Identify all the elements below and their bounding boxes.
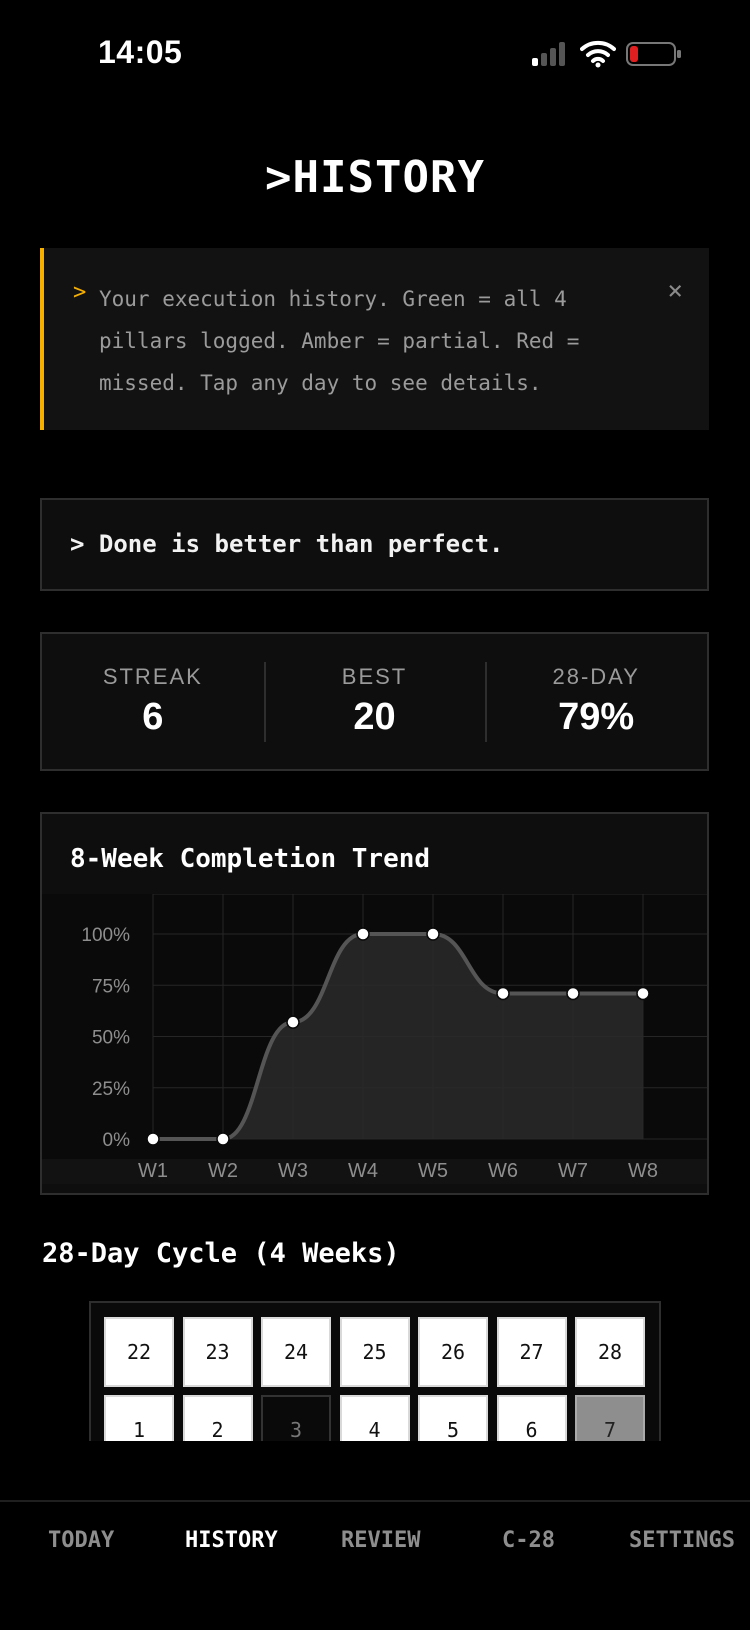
calendar-day-cell[interactable]: 24 xyxy=(261,1317,331,1387)
chart-title: 8-Week Completion Trend xyxy=(70,844,431,874)
wifi-icon xyxy=(580,40,616,68)
calendar-day-cell[interactable]: 22 xyxy=(104,1317,174,1387)
chevron-right-icon: > xyxy=(73,280,87,305)
tab-bar: TODAY HISTORY REVIEW C-28 SETTINGS xyxy=(0,1500,750,1630)
calendar-day-cell[interactable]: 4 xyxy=(339,1395,410,1441)
tab-review[interactable]: REVIEW xyxy=(341,1528,420,1553)
calendar-day-cell[interactable]: 23 xyxy=(182,1317,253,1387)
close-icon[interactable]: × xyxy=(667,276,683,306)
stat-28-day: 28-DAY 79% xyxy=(485,634,707,769)
info-banner-text: Your execution history. Green = all 4 pi… xyxy=(99,287,580,395)
calendar-day-cell[interactable]: 27 xyxy=(496,1317,567,1387)
status-bar: 14:05 xyxy=(0,0,750,100)
x-tick-label: W1 xyxy=(138,1160,168,1182)
chart-data-point xyxy=(286,1015,300,1029)
tab-history[interactable]: HISTORY xyxy=(185,1528,278,1553)
stats-card: STREAK 6 BEST 20 28-DAY 79% xyxy=(40,632,709,771)
calendar-day-cell[interactable]: 7 xyxy=(575,1395,645,1441)
cycle-calendar: 22 23 24 25 26 27 28 1 2 3 4 5 6 7 xyxy=(89,1301,661,1441)
calendar-day-cell[interactable]: 6 xyxy=(496,1395,567,1441)
x-tick-label: W2 xyxy=(208,1160,238,1182)
chart-data-point xyxy=(356,927,370,941)
page-title: >HISTORY xyxy=(265,152,485,203)
calendar-day-cell[interactable]: 1 xyxy=(104,1395,174,1441)
y-tick-label: 75% xyxy=(92,976,130,997)
x-tick-label: W7 xyxy=(558,1160,588,1182)
stat-best: BEST 20 xyxy=(263,634,486,769)
chart-data-point xyxy=(216,1132,230,1146)
chart-data-point xyxy=(146,1132,160,1146)
x-tick-label: W6 xyxy=(488,1160,518,1182)
stat-label: BEST xyxy=(341,664,408,689)
x-tick-label: W4 xyxy=(348,1160,378,1182)
y-tick-label: 0% xyxy=(103,1130,131,1151)
stat-streak: STREAK 6 xyxy=(42,634,264,769)
y-tick-label: 50% xyxy=(92,1028,130,1049)
status-time: 14:05 xyxy=(98,34,183,70)
chart-data-point xyxy=(496,986,510,1001)
chart-data-point xyxy=(426,927,440,941)
calendar-day-cell[interactable]: 2 xyxy=(182,1395,253,1441)
calendar-day-cell[interactable]: 28 xyxy=(575,1317,645,1387)
y-tick-label: 25% xyxy=(92,1079,130,1100)
calendar-day-cell[interactable]: 3 xyxy=(261,1395,331,1441)
tab-c-28[interactable]: C-28 xyxy=(502,1528,555,1553)
cellular-signal-icon xyxy=(532,42,570,66)
x-tick-label: W5 xyxy=(418,1160,448,1182)
stat-label: 28-DAY xyxy=(552,664,640,689)
calendar-day-cell[interactable]: 25 xyxy=(339,1317,410,1387)
calendar-day-cell[interactable]: 5 xyxy=(418,1395,488,1441)
chart-data-point xyxy=(566,986,580,1001)
cycle-title: 28-Day Cycle (4 Weeks) xyxy=(42,1238,400,1269)
trend-chart: 100% 75% 50% 25% 0% W1 W2 W3 W4 W5 W6 W7 W8 xyxy=(42,894,707,1184)
tab-today[interactable]: TODAY xyxy=(48,1528,114,1553)
stat-value: 20 xyxy=(353,696,396,738)
battery-icon xyxy=(626,42,681,66)
info-banner: > Your execution history. Green = all 4 … xyxy=(40,248,709,430)
y-tick-label: 100% xyxy=(81,925,130,946)
x-tick-label: W3 xyxy=(278,1160,308,1182)
calendar-day-cell[interactable]: 26 xyxy=(418,1317,488,1387)
stat-label: STREAK xyxy=(102,664,203,689)
tab-settings[interactable]: SETTINGS xyxy=(629,1528,735,1553)
quote-card: > Done is better than perfect. xyxy=(40,498,709,591)
stat-value: 6 xyxy=(142,696,164,738)
trend-chart-card: 8-Week Completion Trend 100% 75% 50% 25% 0% W… xyxy=(40,812,709,1195)
stat-value: 79% xyxy=(558,696,635,738)
chart-data-point xyxy=(636,986,650,1001)
x-tick-label: W8 xyxy=(628,1160,658,1182)
quote-text: > Done is better than perfect. xyxy=(70,530,504,558)
